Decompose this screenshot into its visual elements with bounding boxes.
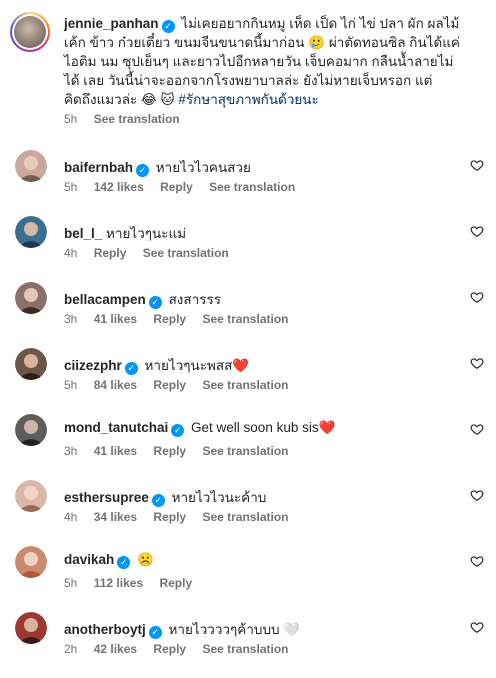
avatar-image — [15, 414, 47, 446]
hashtag-link[interactable]: #รักษาสุขภาพกันด้วยนะ — [178, 92, 318, 107]
post-caption: jennie_panhan ✓ ไม่เคยอยากกินหมู เห็ด เป็… — [64, 14, 464, 109]
see-translation-button[interactable]: See translation — [202, 642, 288, 656]
verified-badge-icon: ✓ — [161, 20, 175, 33]
comment-likes[interactable]: 41 likes — [94, 444, 137, 458]
comment-time: 3h — [64, 312, 78, 326]
comment-item: bel_l_ หายไวๆนะแม่ 4h Reply See translat… — [0, 216, 496, 282]
verified-badge-icon: ✓ — [117, 556, 131, 569]
comment-item: baifernbah ✓ หายไวไวคนสวย 5h 142 likes Re… — [0, 150, 496, 216]
comment-likes[interactable]: 84 likes — [94, 378, 137, 392]
heart-outline-icon[interactable] — [470, 158, 484, 172]
heart-outline-icon[interactable] — [470, 488, 484, 502]
heart-outline-icon[interactable] — [470, 554, 484, 568]
verified-badge-icon: ✓ — [124, 362, 138, 375]
avatar[interactable] — [15, 414, 47, 446]
avatar[interactable] — [15, 216, 47, 248]
verified-badge-icon: ✓ — [148, 296, 162, 309]
avatar-image — [15, 480, 47, 512]
comment-username[interactable]: anotherboytj — [64, 622, 146, 637]
comment-likes[interactable]: 142 likes — [94, 180, 144, 194]
reply-button[interactable]: Reply — [153, 642, 186, 656]
comment-item: ciizezphr ✓ หายไวๆนะพสส❤️ 5h 84 likes Rep… — [0, 348, 496, 414]
avatar-image — [15, 612, 47, 644]
reply-button[interactable]: Reply — [153, 378, 186, 392]
comment-likes[interactable]: 112 likes — [94, 576, 143, 590]
verified-badge-icon: ✓ — [171, 424, 185, 437]
avatar[interactable] — [15, 612, 47, 644]
see-translation-button[interactable]: See translation — [143, 246, 229, 260]
red-heart-emoji: ❤️ — [232, 358, 250, 373]
comment-likes[interactable]: 41 likes — [94, 312, 137, 326]
see-translation-button[interactable]: See translation — [94, 112, 180, 126]
heart-outline-icon[interactable] — [470, 224, 484, 238]
avatar[interactable] — [15, 282, 47, 314]
comment-time: 5h — [64, 576, 78, 590]
comment-username[interactable]: bel_l_ — [64, 226, 102, 241]
comment-username[interactable]: ciizezphr — [64, 358, 122, 373]
reply-button[interactable]: Reply — [94, 246, 127, 260]
avatar-image — [15, 546, 47, 578]
comment-time: 5h — [64, 180, 78, 194]
comment-text: หายไวๆนะพสส — [144, 358, 233, 373]
see-translation-button[interactable]: See translation — [209, 180, 295, 194]
avatar[interactable] — [15, 546, 47, 578]
comment-text: Get well soon kub sis — [191, 420, 319, 435]
verified-badge-icon: ✓ — [136, 164, 150, 177]
reply-button[interactable]: Reply — [153, 312, 186, 326]
heart-outline-icon[interactable] — [470, 290, 484, 304]
comment-likes[interactable]: 34 likes — [94, 510, 137, 524]
comment-time: 5h — [64, 378, 78, 392]
comment-likes[interactable]: 42 likes — [94, 642, 137, 656]
comment-username[interactable]: mond_tanutchai — [64, 420, 168, 435]
verified-badge-icon: ✓ — [148, 626, 162, 639]
avatar-image — [15, 216, 47, 248]
see-translation-button[interactable]: See translation — [202, 444, 288, 458]
comment-time: 3h — [64, 444, 78, 458]
comment-time: 2h — [64, 642, 78, 656]
post-author-username[interactable]: jennie_panhan — [64, 16, 159, 31]
comment-text: สงสารรร — [168, 292, 221, 307]
avatar-image — [15, 348, 47, 380]
reply-button[interactable]: Reply — [153, 510, 186, 524]
comment-username[interactable]: davikah — [64, 552, 114, 567]
avatar[interactable] — [15, 348, 47, 380]
heart-outline-icon[interactable] — [470, 356, 484, 370]
heart-outline-icon[interactable] — [470, 620, 484, 634]
avatar-image — [15, 282, 47, 314]
reply-button[interactable]: Reply — [153, 444, 186, 458]
heart-outline-icon[interactable] — [470, 422, 484, 436]
see-translation-button[interactable]: See translation — [202, 510, 288, 524]
comment-text: หายไวไวนะค้าบ — [171, 490, 267, 505]
comment-username[interactable]: baifernbah — [64, 160, 133, 175]
post-author-avatar[interactable] — [10, 12, 50, 52]
avatar[interactable] — [15, 150, 47, 182]
see-translation-button[interactable]: See translation — [202, 378, 288, 392]
comment-time: 4h — [64, 510, 78, 524]
comment-item: davikah ✓ ☹️ 5h 112 likes Reply — [0, 546, 496, 612]
post-meta: 5h See translation — [64, 112, 193, 126]
reply-button[interactable]: Reply — [160, 180, 193, 194]
comment-item: mond_tanutchai ✓ Get well soon kub sis❤️ … — [0, 414, 496, 480]
comment-text: ☹️ — [137, 552, 154, 567]
comment-item: bellacampen ✓ สงสารรร 3h 41 likes Reply S… — [0, 282, 496, 348]
post-time: 5h — [64, 112, 78, 126]
comment-text: หายไววววๆค้าบบบ 🤍 — [168, 622, 301, 637]
avatar-image — [15, 150, 47, 182]
comment-username[interactable]: esthersupree — [64, 490, 149, 505]
reply-button[interactable]: Reply — [159, 576, 192, 590]
post-caption-block: jennie_panhan ✓ ไม่เคยอยากกินหมู เห็ด เป็… — [0, 0, 496, 140]
comment-username[interactable]: bellacampen — [64, 292, 146, 307]
avatar-image — [14, 16, 46, 48]
avatar[interactable] — [15, 480, 47, 512]
comment-item: anotherboytj ✓ หายไววววๆค้าบบบ 🤍 2h 42 li… — [0, 612, 496, 678]
see-translation-button[interactable]: See translation — [202, 312, 288, 326]
comment-text: หายไวไวคนสวย — [155, 160, 251, 175]
verified-badge-icon: ✓ — [151, 494, 165, 507]
comment-text: หายไวๆนะแม่ — [106, 226, 187, 241]
red-heart-emoji: ❤️ — [318, 420, 336, 435]
comment-time: 4h — [64, 246, 78, 260]
comment-item: esthersupree ✓ หายไวไวนะค้าบ 4h 34 likes … — [0, 480, 496, 546]
